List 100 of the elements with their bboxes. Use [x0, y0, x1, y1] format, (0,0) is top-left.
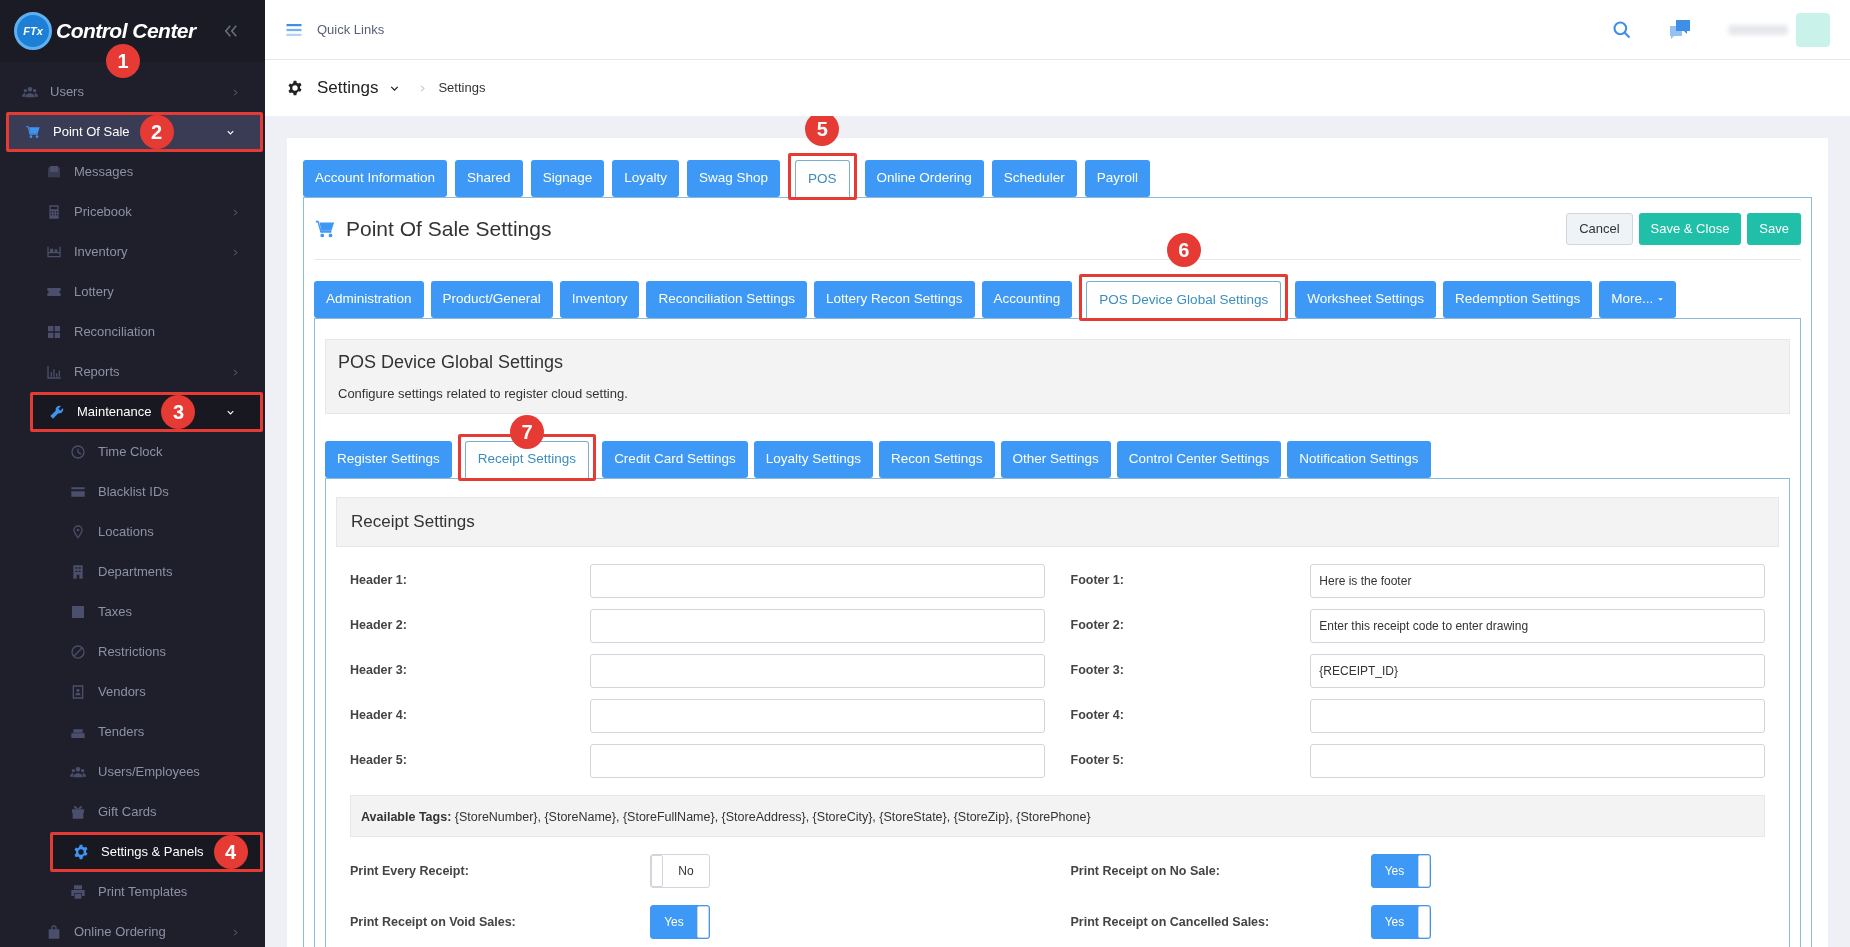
page-title: Settings: [317, 77, 379, 100]
input-field[interactable]: [589, 698, 1045, 733]
map-pin-icon: [70, 524, 86, 540]
action-button[interactable]: Save & Close: [1638, 212, 1742, 245]
settings-icon: [287, 80, 303, 96]
tab[interactable]: Swag Shop: [686, 160, 780, 197]
breadcrumb-item[interactable]: Settings: [438, 78, 486, 98]
sidebar-item[interactable]: Time Clock: [0, 432, 265, 472]
toggle-label: Print Receipt on Void Sales:: [350, 913, 517, 931]
sidebar-item[interactable]: Taxes: [0, 592, 265, 632]
sidebar-item[interactable]: Lottery: [0, 272, 265, 312]
clock-icon: [70, 444, 86, 460]
tab[interactable]: Lottery Recon Settings: [813, 281, 975, 318]
toggle-switch[interactable]: Yes: [650, 905, 710, 939]
tab[interactable]: Online Ordering: [864, 160, 984, 197]
tab[interactable]: Control Center Settings: [1116, 440, 1282, 478]
sidebar-item[interactable]: Tenders: [0, 712, 265, 752]
quick-links-link[interactable]: Quick Links: [317, 19, 385, 40]
input-field[interactable]: [589, 563, 1045, 598]
tab[interactable]: POS: [795, 160, 850, 197]
sidebar-item[interactable]: Messages: [0, 152, 265, 192]
sidebar-item[interactable]: Vendors: [0, 672, 265, 712]
tab[interactable]: Inventory: [559, 281, 640, 318]
section-title: Point Of Sale Settings: [346, 215, 552, 242]
tab[interactable]: Shared: [455, 160, 523, 197]
sidebar-item[interactable]: Reports: [0, 352, 265, 392]
tab[interactable]: More...: [1599, 281, 1677, 318]
panel-description: Configure settings related to register cloud setting.: [338, 385, 629, 403]
field-label: Footer 2:: [1070, 617, 1125, 635]
field-label: Header 1:: [350, 572, 408, 590]
chat-icon: [1668, 17, 1692, 42]
field-label: Header 3:: [350, 662, 408, 680]
input-field[interactable]: [589, 743, 1045, 778]
sidebar-item[interactable]: Maintenance 3: [30, 392, 263, 432]
tab[interactable]: Receipt Settings: [464, 440, 590, 478]
tab[interactable]: Other Settings: [1000, 440, 1111, 478]
callout-number: 3: [161, 395, 196, 429]
sidebar-item[interactable]: Point Of Sale 2: [6, 112, 263, 152]
logo-text: Control Center: [56, 18, 196, 45]
sidebar-item[interactable]: Departments: [0, 552, 265, 592]
toggle-label: Print Every Receipt:: [350, 862, 470, 880]
field-label: Footer 3:: [1070, 662, 1125, 680]
tab[interactable]: POS Device Global Settings: [1086, 281, 1282, 318]
sidebar-item[interactable]: Print Templates: [0, 872, 265, 912]
people-icon: [22, 84, 38, 100]
sidebar-item[interactable]: Online Ordering: [0, 912, 265, 947]
tab[interactable]: Administration: [314, 281, 424, 318]
tab[interactable]: Accounting: [981, 281, 1073, 318]
tab[interactable]: Loyalty Settings: [753, 440, 873, 478]
calculator-icon: [46, 204, 62, 220]
callout-number: 2: [139, 115, 174, 149]
callout-number: 7: [509, 414, 544, 449]
sidebar-item[interactable]: Reconciliation: [0, 312, 265, 352]
input-field[interactable]: {RECEIPT_ID}: [1310, 653, 1765, 688]
toggle-switch[interactable]: Yes: [1370, 854, 1431, 888]
caret-icon: [1657, 296, 1665, 303]
square-icon: [70, 604, 86, 620]
tab[interactable]: Payroll: [1084, 160, 1150, 197]
inbox-icon: [46, 164, 62, 180]
tab[interactable]: Recon Settings: [879, 440, 995, 478]
sidebar-item[interactable]: Gift Cards: [0, 792, 265, 832]
tab[interactable]: Account Information: [303, 160, 448, 197]
tab[interactable]: Notification Settings: [1287, 440, 1431, 478]
action-button[interactable]: Save: [1747, 212, 1801, 245]
tab[interactable]: Register Settings: [325, 440, 452, 478]
available-tags: Available Tags: {StoreNumber}, {StoreName}, {StoreFullName}, {StoreAddress}, {StoreCity}, {StoreState}, {StoreZip}, {StorePhone}: [361, 809, 1091, 824]
sidebar-item[interactable]: Locations: [0, 512, 265, 552]
sidebar-item[interactable]: Settings & Panels 4: [50, 832, 263, 872]
shelf-icon: [46, 244, 62, 260]
callout-number: 4: [213, 835, 248, 869]
input-field[interactable]: [589, 653, 1045, 688]
logo-badge: FTx: [14, 12, 52, 50]
sidebar-item[interactable]: Inventory: [0, 232, 265, 272]
search-icon: [1612, 19, 1632, 40]
tab[interactable]: Product/General: [430, 281, 553, 318]
tab[interactable]: Loyalty: [612, 160, 679, 197]
action-button[interactable]: Cancel: [1566, 212, 1633, 245]
tab[interactable]: Worksheet Settings: [1295, 281, 1436, 318]
input-field[interactable]: [1310, 698, 1765, 733]
tab[interactable]: Reconciliation Settings: [646, 281, 807, 318]
sidebar-item[interactable]: Users/Employees: [0, 752, 265, 792]
grid-icon: [46, 324, 62, 340]
id-card-icon: [70, 484, 86, 500]
contact-book-icon: [70, 684, 86, 700]
cart-icon: [25, 124, 41, 140]
tab[interactable]: Scheduler: [991, 160, 1077, 197]
input-field[interactable]: Here is the footer: [1310, 563, 1765, 598]
input-field[interactable]: [1310, 743, 1765, 778]
tab[interactable]: Signage: [530, 160, 605, 197]
toggle-switch[interactable]: No: [650, 854, 710, 888]
input-field[interactable]: Enter this receipt code to enter drawing: [1310, 608, 1765, 643]
tab[interactable]: Redemption Settings: [1443, 281, 1593, 318]
input-field[interactable]: [589, 608, 1045, 643]
field-label: Header 5:: [350, 752, 408, 770]
sidebar-item[interactable]: Pricebook: [0, 192, 265, 232]
callout-number: 1: [106, 44, 140, 78]
sidebar-item[interactable]: Blacklist IDs: [0, 472, 265, 512]
toggle-switch[interactable]: Yes: [1370, 905, 1431, 939]
tab[interactable]: Credit Card Settings: [602, 440, 748, 478]
sidebar-item[interactable]: Restrictions: [0, 632, 265, 672]
